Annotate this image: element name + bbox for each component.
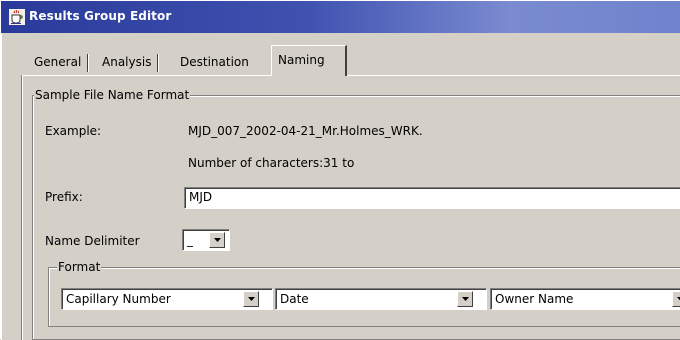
- select-value: Owner Name: [495, 292, 574, 306]
- window-frame-edge: [1, 33, 2, 340]
- prefix-input[interactable]: MJD: [184, 187, 680, 209]
- tab-label: Destination: [180, 55, 249, 69]
- format-legend: Format: [57, 260, 102, 274]
- select-value: Capillary Number: [66, 292, 171, 306]
- tab-analysis[interactable]: Analysis: [96, 51, 159, 75]
- sample-file-name-format-legend: Sample File Name Format: [34, 88, 191, 102]
- chevron-down-icon[interactable]: [457, 291, 473, 307]
- name-delimiter-label: Name Delimiter: [45, 234, 140, 248]
- tab-destination[interactable]: Destination: [174, 51, 255, 75]
- java-cup-icon: [9, 9, 25, 25]
- tab-naming[interactable]: Naming: [271, 45, 347, 76]
- chevron-down-icon[interactable]: [243, 291, 259, 307]
- format-select-date[interactable]: Date: [275, 288, 487, 310]
- example-label: Example:: [45, 124, 102, 138]
- name-delimiter-select[interactable]: _: [182, 229, 230, 251]
- format-select-capillary-number[interactable]: Capillary Number: [61, 288, 273, 310]
- tab-general[interactable]: General: [28, 51, 89, 75]
- character-count-text: Number of characters:31 to: [188, 156, 355, 170]
- select-value: Date: [280, 292, 309, 306]
- example-value: MJD_007_2002-04-21_Mr.Holmes_WRK.: [188, 124, 423, 138]
- prefix-label: Prefix:: [45, 190, 83, 204]
- results-group-editor-window: Results Group Editor General Analysis De…: [0, 0, 680, 340]
- window-title: Results Group Editor: [29, 9, 172, 23]
- tab-label: General: [34, 55, 82, 69]
- tab-label: Analysis: [102, 55, 152, 69]
- title-bar[interactable]: Results Group Editor: [1, 1, 680, 33]
- delimiter-value: _: [187, 233, 193, 247]
- chevron-down-icon[interactable]: [209, 232, 225, 248]
- chevron-down-icon[interactable]: [672, 291, 680, 307]
- format-select-owner-name[interactable]: Owner Name: [490, 288, 680, 310]
- tab-label: Naming: [278, 53, 325, 67]
